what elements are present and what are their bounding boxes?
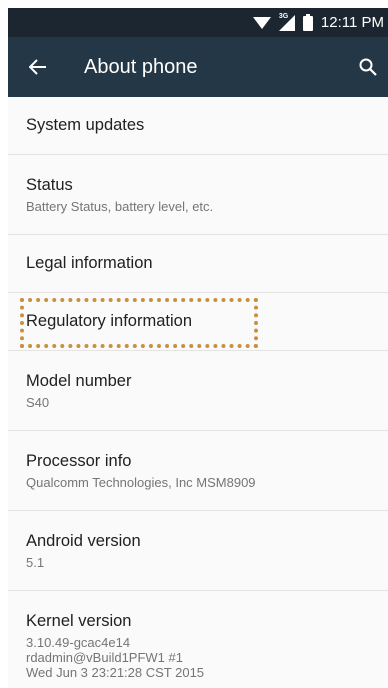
item-label: Android version — [26, 531, 141, 550]
item-summary-line: rdadmin@vBuild1PFW1 #1 — [26, 649, 183, 665]
item-summary: 5.1 — [26, 554, 45, 570]
item-label: System updates — [26, 116, 145, 134]
list-item-status[interactable]: Status Battery Status, battery level, et… — [8, 155, 388, 235]
item-summary: Qualcomm Technologies, Inc MSM8909 — [26, 474, 256, 490]
list-item-kernel-version[interactable]: Kernel version 3.10.49-gcac4e14 rdadmin@… — [8, 591, 388, 688]
settings-list: System updates Status Battery Status, ba… — [8, 97, 388, 688]
item-summary-line: 3.10.49-gcac4e14 — [26, 634, 131, 650]
list-item-regulatory-information[interactable]: Regulatory information — [8, 293, 388, 351]
item-label: Processor info — [26, 451, 132, 470]
battery-icon — [302, 14, 313, 31]
item-summary: S40 — [26, 394, 50, 410]
item-summary: Battery Status, battery level, etc. — [26, 198, 214, 214]
item-summary-line: Wed Jun 3 23:21:28 CST 2015 — [26, 664, 205, 680]
status-time: 12:11 PM — [320, 14, 384, 31]
item-label: Legal information — [26, 254, 153, 272]
search-icon — [359, 58, 377, 76]
network-type-label: 3G — [278, 12, 289, 20]
list-item-android-version[interactable]: Android version 5.1 — [8, 511, 388, 591]
page-title: About phone — [84, 55, 198, 78]
search-button[interactable] — [348, 58, 388, 76]
arrow-back-icon — [29, 59, 47, 75]
item-label: Status — [26, 175, 73, 194]
list-item-processor-info[interactable]: Processor info Qualcomm Technologies, In… — [8, 431, 388, 511]
wifi-icon — [252, 16, 271, 30]
status-bar: 3G 12:11 PM — [8, 8, 388, 37]
item-label: Kernel version — [26, 611, 132, 630]
back-button[interactable] — [8, 59, 68, 75]
list-item-system-updates[interactable]: System updates — [8, 97, 388, 155]
item-label: Regulatory information — [26, 312, 192, 330]
list-item-legal-information[interactable]: Legal information — [8, 235, 388, 293]
phone-screen: 3G 12:11 PM About phone System updates S… — [8, 8, 388, 688]
item-label: Model number — [26, 371, 132, 390]
list-item-model-number[interactable]: Model number S40 — [8, 351, 388, 431]
cell-signal-icon: 3G — [278, 12, 296, 31]
app-bar: About phone — [8, 37, 388, 97]
